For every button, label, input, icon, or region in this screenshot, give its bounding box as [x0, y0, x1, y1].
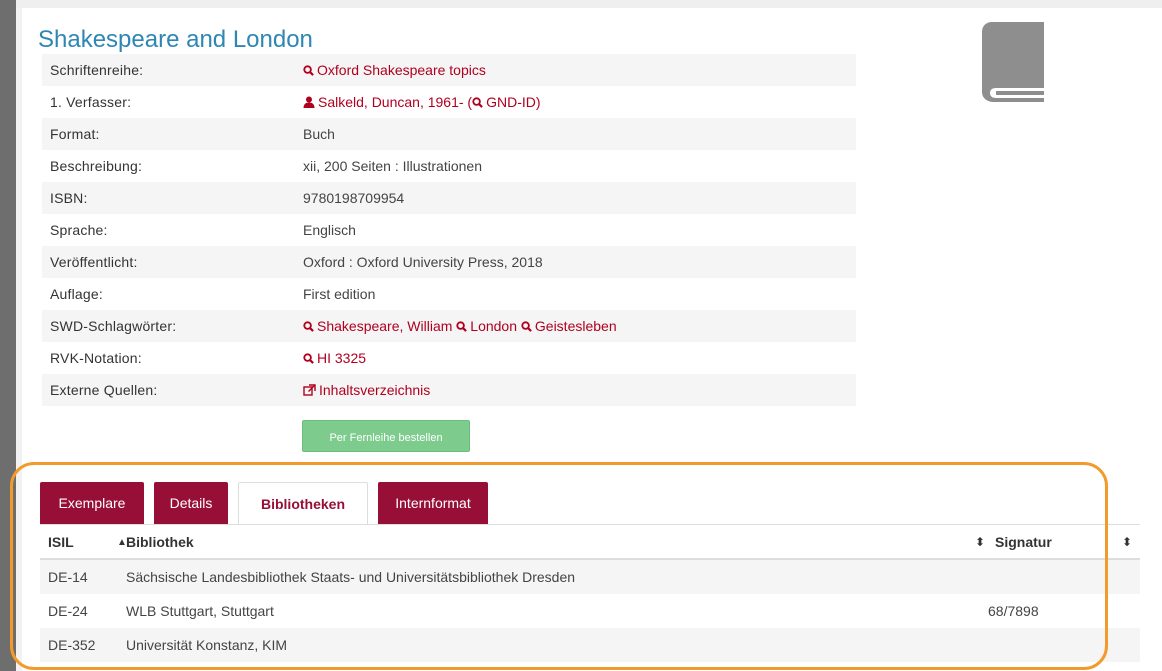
- isbn-label: ISBN:: [50, 190, 88, 206]
- series-link-text: Oxford Shakespeare topics: [317, 62, 486, 78]
- left-sidebar-edge: [0, 0, 16, 671]
- isbn-value: 9780198709954: [303, 190, 405, 206]
- detail-row-author: 1. Verfasser: Salkeld, Duncan, 1961- ( GN…: [42, 86, 856, 118]
- detail-row-series: Schriftenreihe: Oxford Shakespeare topic…: [42, 54, 856, 86]
- gnd-id-text: GND-ID: [486, 94, 536, 110]
- tab-divider: [40, 524, 1140, 525]
- search-icon: [303, 321, 314, 332]
- isil-cell: DE-24: [48, 603, 88, 619]
- author-link-text: Salkeld, Duncan, 1961- (: [318, 94, 473, 110]
- table-header: ISIL ▲ Bibliothek ⬍ Signatur ⬍: [40, 526, 1140, 560]
- detail-row-isbn: ISBN: 9780198709954: [42, 182, 856, 214]
- search-icon: [521, 321, 532, 332]
- interlibrary-loan-button[interactable]: Per Fernleihe bestellen: [302, 420, 470, 452]
- signatur-cell: 68/7898: [988, 603, 1039, 619]
- table-row: DE-352 Universität Konstanz, KIM: [40, 628, 1140, 662]
- detail-table: Schriftenreihe: Oxford Shakespeare topic…: [42, 54, 856, 406]
- tab-bibliotheken[interactable]: Bibliotheken: [238, 482, 368, 525]
- isil-cell: DE-14: [48, 569, 88, 585]
- isil-cell: DE-352: [48, 637, 96, 653]
- detail-row-rvk: RVK-Notation: HI 3325: [42, 342, 856, 374]
- gnd-id-link[interactable]: GND-ID: [472, 94, 536, 110]
- edition-label: Auflage:: [50, 286, 103, 302]
- col-bibliothek-header[interactable]: Bibliothek: [126, 534, 194, 550]
- sort-icon[interactable]: ⬍: [1122, 535, 1132, 549]
- bibliothek-cell: WLB Stuttgart, Stuttgart: [126, 603, 274, 619]
- format-value: Buch: [303, 126, 335, 142]
- description-value: xii, 200 Seiten : Illustrationen: [303, 158, 482, 174]
- table-row: DE-14 Sächsische Landesbibliothek Staats…: [40, 560, 1140, 594]
- format-label: Format:: [50, 126, 100, 142]
- subject-text: Shakespeare, William: [317, 318, 453, 334]
- published-label: Veröffentlicht:: [50, 254, 138, 270]
- external-link-icon: [303, 384, 316, 396]
- description-label: Beschreibung:: [50, 158, 143, 174]
- record-title: Shakespeare and London: [38, 26, 313, 54]
- rvk-link-text: HI 3325: [317, 350, 367, 366]
- series-label: Schriftenreihe:: [50, 62, 144, 78]
- search-icon: [456, 321, 468, 332]
- detail-row-published: Veröffentlicht: Oxford : Oxford Universi…: [42, 246, 856, 278]
- toc-link[interactable]: Inhaltsverzeichnis: [303, 382, 430, 398]
- search-icon: [303, 65, 314, 76]
- detail-row-edition: Auflage: First edition: [42, 278, 856, 310]
- col-signatur-header[interactable]: Signatur: [995, 534, 1052, 550]
- subject-text: London: [470, 318, 517, 334]
- author-close-paren: ): [535, 94, 541, 110]
- published-value: Oxford : Oxford University Press, 2018: [303, 254, 543, 270]
- external-label: Externe Quellen:: [50, 382, 158, 398]
- language-label: Sprache:: [50, 222, 108, 238]
- author-label: 1. Verfasser:: [50, 94, 132, 110]
- tab-internformat[interactable]: Internformat: [378, 482, 488, 524]
- subject-link-geistesleben[interactable]: Geistesleben: [521, 318, 617, 334]
- detail-row-format: Format: Buch: [42, 118, 856, 150]
- subject-link-london[interactable]: London: [456, 318, 517, 334]
- bibliothek-cell: Sächsische Landesbibliothek Staats- und …: [126, 569, 576, 585]
- search-icon: [472, 97, 483, 108]
- detail-row-description: Beschreibung: xii, 200 Seiten : Illustra…: [42, 150, 856, 182]
- search-icon: [303, 353, 314, 364]
- rvk-label: RVK-Notation:: [50, 350, 142, 366]
- detail-row-subjects: SWD-Schlagwörter: Shakespeare, William L…: [42, 310, 856, 342]
- detail-row-language: Sprache: Englisch: [42, 214, 856, 246]
- subject-text: Geistesleben: [534, 318, 617, 334]
- book-icon: [982, 22, 1044, 102]
- tab-details[interactable]: Details: [154, 482, 228, 524]
- edition-value: First edition: [303, 286, 376, 302]
- tab-exemplare[interactable]: Exemplare: [40, 482, 144, 524]
- bibliothek-cell: Universität Konstanz, KIM: [126, 637, 288, 653]
- series-link[interactable]: Oxford Shakespeare topics: [303, 62, 486, 78]
- toc-link-text: Inhaltsverzeichnis: [319, 382, 431, 398]
- libraries-table: ISIL ▲ Bibliothek ⬍ Signatur ⬍ DE-14 Säc…: [40, 526, 1140, 662]
- rvk-link[interactable]: HI 3325: [303, 350, 366, 366]
- subject-link-shakespeare[interactable]: Shakespeare, William: [303, 318, 452, 334]
- sort-icon[interactable]: ⬍: [975, 535, 985, 549]
- author-link[interactable]: Salkeld, Duncan, 1961- (: [303, 94, 472, 110]
- tab-bar: Exemplare Details Bibliotheken Internfor…: [40, 482, 1140, 525]
- col-isil-header[interactable]: ISIL: [48, 534, 74, 550]
- language-value: Englisch: [303, 222, 356, 238]
- left-sidebar-shadow: [16, 8, 22, 671]
- user-icon: [303, 96, 315, 108]
- detail-row-external: Externe Quellen: Inhaltsverzeichnis: [42, 374, 856, 406]
- subjects-label: SWD-Schlagwörter:: [50, 318, 177, 334]
- table-row: DE-24 WLB Stuttgart, Stuttgart 68/7898: [40, 594, 1140, 628]
- top-strip: [0, 0, 1162, 8]
